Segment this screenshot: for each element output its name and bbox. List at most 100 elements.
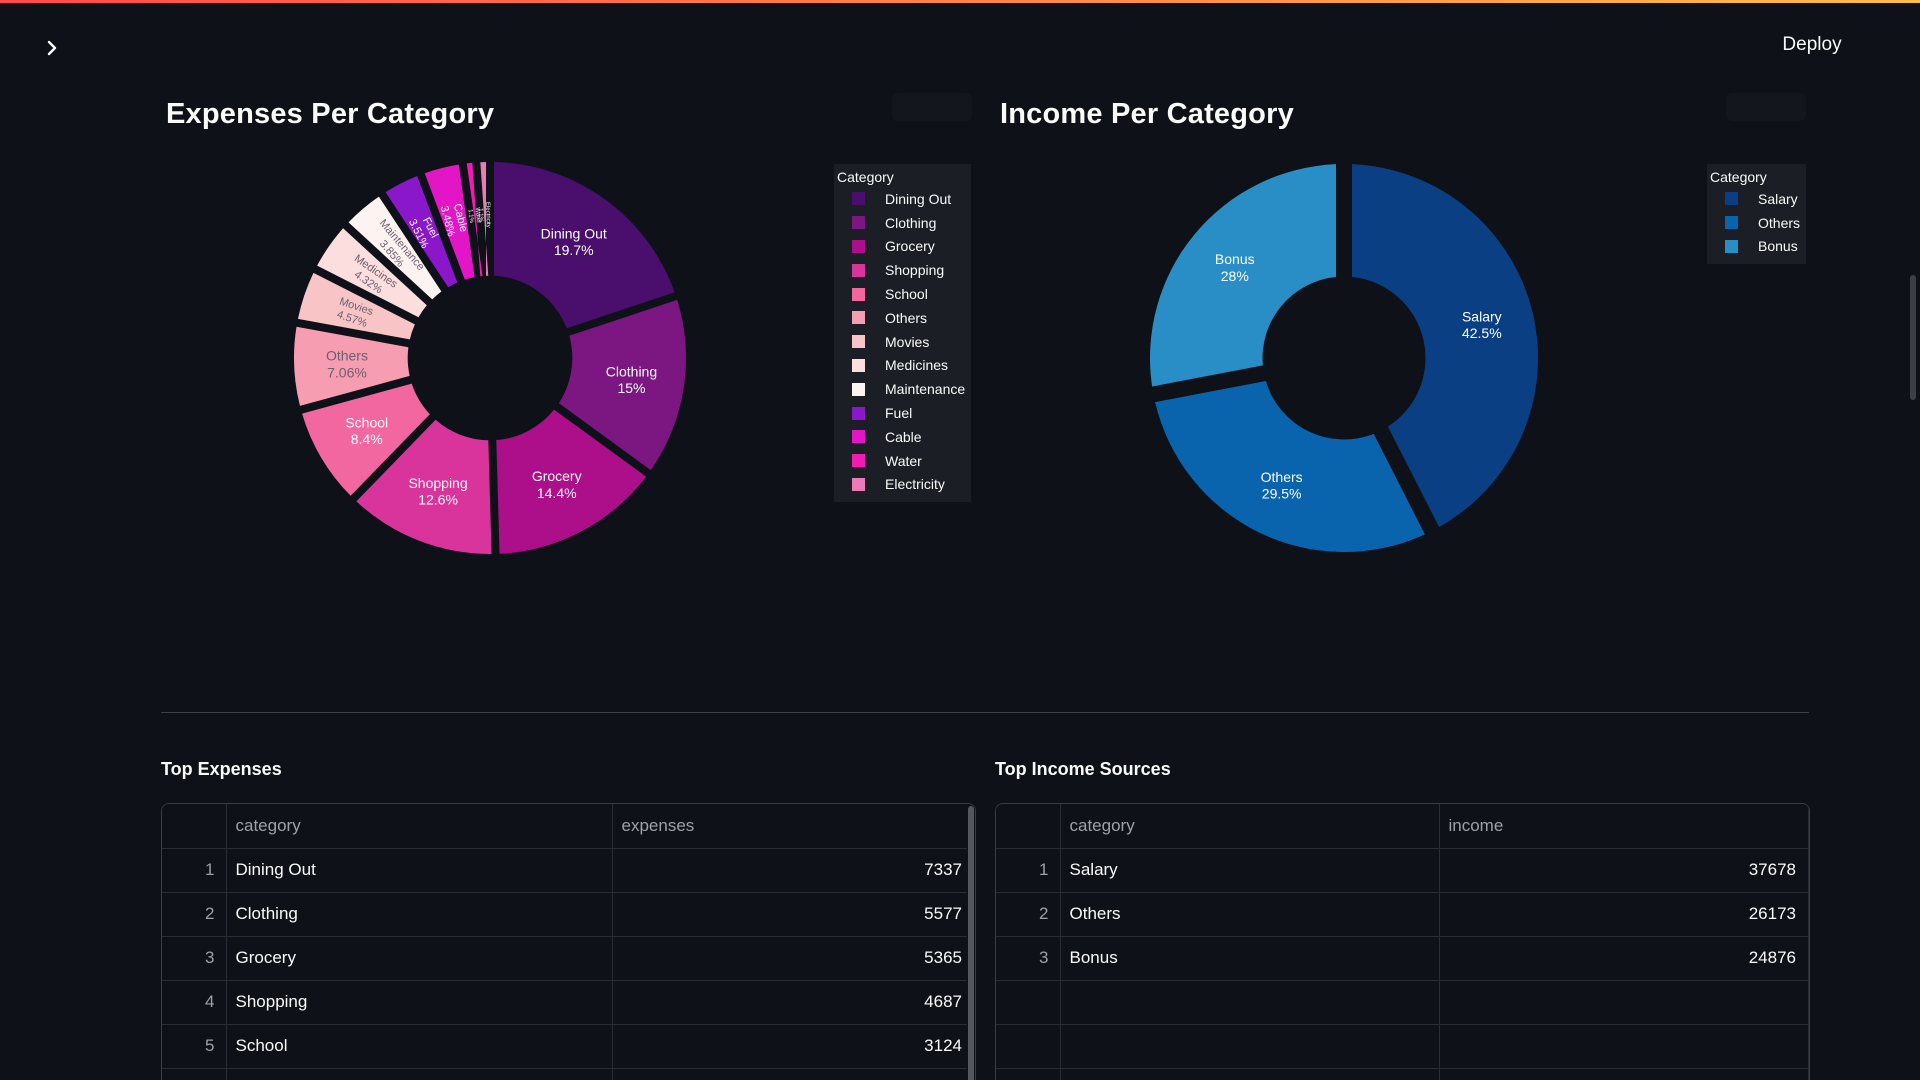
top_expenses-table-row[interactable]: 3 Grocery 5365 — [162, 936, 975, 981]
legend-item-movies[interactable]: Movies — [837, 330, 965, 354]
top-income-title: Top Income Sources — [995, 759, 1171, 779]
row-value-cell[interactable]: 37678 — [1439, 848, 1809, 893]
index-column-header — [996, 804, 1061, 849]
legend-swatch — [1725, 239, 1738, 253]
row-category-cell[interactable]: Dining Out — [226, 848, 613, 893]
legend-swatch — [852, 335, 865, 349]
income-chart-toolbar[interactable] — [1726, 93, 1806, 121]
legend-item-salary[interactable]: Salary — [1710, 187, 1800, 211]
legend-swatch — [852, 216, 865, 230]
slice-label-percent: 15% — [617, 380, 645, 396]
row-value-cell[interactable]: 26173 — [1439, 892, 1809, 937]
expenses-legend: Category Dining Out Clothing Grocery Shoppi… — [834, 164, 972, 503]
legend-item-others[interactable]: Others — [1710, 211, 1800, 235]
slice-label-percent: 42.5% — [1462, 325, 1502, 341]
row-category-cell[interactable]: School — [226, 1024, 613, 1069]
column-header-expenses[interactable]: expenses — [612, 804, 975, 849]
legend-item-electricity[interactable]: Electricity — [837, 473, 965, 497]
legend-label: Salary — [1758, 190, 1798, 207]
empty-cell — [996, 1024, 1061, 1069]
row-value-cell[interactable]: 7337 — [612, 848, 975, 893]
table-header-row: category expenses — [162, 804, 975, 849]
table-header-row: category income — [996, 804, 1809, 849]
legend-swatch — [852, 454, 865, 468]
legend-item-fuel[interactable]: Fuel — [837, 401, 965, 425]
column-header-category[interactable]: category — [1060, 804, 1440, 849]
top_income-table-row[interactable]: 2 Others 26173 — [996, 892, 1809, 937]
row-category-cell[interactable]: Shopping — [226, 980, 613, 1025]
legend-item-others[interactable]: Others — [837, 306, 965, 330]
row-value-cell[interactable]: 5577 — [612, 892, 975, 937]
legend-item-grocery[interactable]: Grocery — [837, 235, 965, 259]
pie-slice-others[interactable] — [1155, 381, 1425, 552]
slice-label-grocery: Grocery14.4% — [532, 468, 582, 501]
sidebar-toggle-button[interactable] — [40, 36, 64, 60]
legend-label: Others — [1758, 214, 1801, 231]
income-pie-chart: Salary42.5% Others29.5% Bonus28% — [1150, 164, 1538, 552]
top-expenses-table[interactable]: category expenses 1 Dining Out 7337 2 Clothi… — [161, 803, 976, 1080]
legend-item-maintenance[interactable]: Maintenance — [837, 377, 965, 401]
empty-cell — [1060, 980, 1440, 1025]
legend-label: Water — [885, 452, 922, 469]
column-header-income[interactable]: income — [1439, 804, 1809, 849]
legend-item-shopping[interactable]: Shopping — [837, 258, 965, 282]
row-category-cell[interactable]: Salary — [1060, 848, 1440, 893]
legend-item-water[interactable]: Water — [837, 449, 965, 473]
slice-label-percent: 19.7% — [554, 242, 594, 258]
top_expenses-table-row[interactable]: 5 School 3124 — [162, 1024, 975, 1069]
expenses-chart-toolbar[interactable] — [892, 93, 972, 121]
empty-cell — [1439, 1024, 1809, 1069]
expenses-legend-title: Category — [837, 169, 894, 185]
top_income-empty-row — [996, 980, 1809, 1025]
deploy-button[interactable]: Deploy — [1762, 28, 1862, 62]
top-expenses-scrollbar-thumb[interactable] — [968, 806, 974, 1080]
legend-swatch — [852, 239, 865, 253]
top_expenses-table-row[interactable]: 1 Dining Out 7337 — [162, 848, 975, 893]
legend-item-dining-out[interactable]: Dining Out — [837, 187, 965, 211]
column-header-category[interactable]: category — [226, 804, 613, 849]
row-index: 3 — [996, 936, 1061, 981]
top_income-table-row[interactable]: 1 Salary 37678 — [996, 848, 1809, 893]
row-index: 1 — [996, 848, 1061, 893]
row-category-cell[interactable]: Grocery — [226, 936, 613, 981]
top-income-table[interactable]: category income 1 Salary 37678 2 Others 26173… — [995, 803, 1810, 1080]
row-category-cell[interactable]: Clothing — [226, 892, 613, 937]
legend-item-clothing[interactable]: Clothing — [837, 211, 965, 235]
legend-item-school[interactable]: School — [837, 282, 965, 306]
top-expenses-scrollbar[interactable] — [967, 804, 975, 1080]
top_expenses-empty-row — [162, 1068, 975, 1080]
top_expenses-table-row[interactable]: 2 Clothing 5577 — [162, 892, 975, 937]
legend-label: Grocery — [885, 238, 935, 255]
row-value-cell[interactable]: 4687 — [612, 980, 975, 1025]
legend-swatch — [852, 311, 865, 325]
slice-label-name: Shopping — [408, 475, 467, 491]
top_income-empty-row — [996, 1024, 1809, 1069]
legend-label: Maintenance — [885, 381, 966, 398]
top_expenses-table-row[interactable]: 4 Shopping 4687 — [162, 980, 975, 1025]
legend-label: Dining Out — [885, 190, 952, 207]
page-scrollbar[interactable] — [1904, 75, 1920, 1080]
row-value-cell[interactable]: 3124 — [612, 1024, 975, 1069]
legend-swatch — [1725, 192, 1738, 206]
row-value-cell[interactable]: 24876 — [1439, 936, 1809, 981]
legend-label: Electricity — [885, 476, 945, 493]
top_income-table-row[interactable]: 3 Bonus 24876 — [996, 936, 1809, 981]
row-value-cell[interactable]: 5365 — [612, 936, 975, 981]
legend-item-bonus[interactable]: Bonus — [1710, 235, 1800, 259]
page-scrollbar-thumb[interactable] — [1910, 275, 1916, 400]
slice-label-others: Others29.5% — [1261, 469, 1303, 502]
slice-label-name: Grocery — [532, 468, 582, 484]
legend-swatch — [852, 287, 865, 301]
legend-label: Bonus — [1758, 238, 1798, 255]
row-category-cell[interactable]: Bonus — [1060, 936, 1440, 981]
legend-item-cable[interactable]: Cable — [837, 425, 965, 449]
slice-label-name: Others — [1261, 469, 1303, 485]
row-index: 2 — [162, 892, 227, 937]
row-category-cell[interactable]: Others — [1060, 892, 1440, 937]
row-index: 1 — [162, 848, 227, 893]
legend-swatch — [852, 406, 865, 420]
legend-label: Others — [885, 309, 928, 326]
legend-item-medicines[interactable]: Medicines — [837, 354, 965, 378]
legend-label: Cable — [885, 428, 922, 445]
legend-swatch — [852, 192, 865, 206]
